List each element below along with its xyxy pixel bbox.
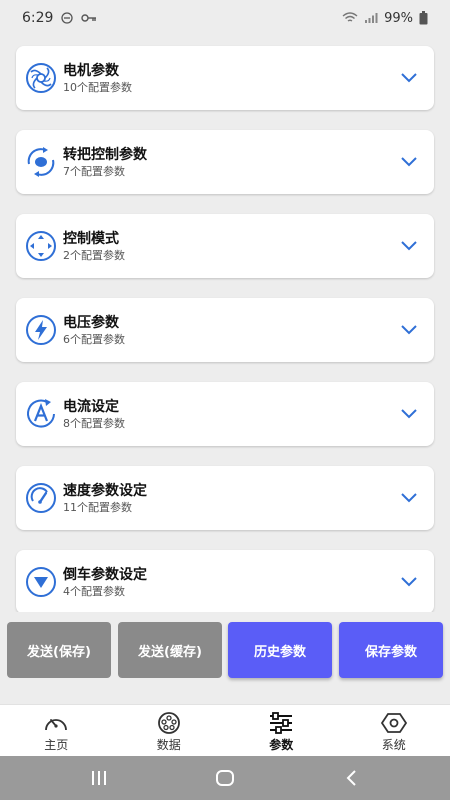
chevron-down-icon[interactable] [400,322,418,336]
chevron-down-icon[interactable] [400,490,418,504]
chevron-down-icon[interactable] [400,70,418,84]
status-bar: 6:29 99% [0,0,450,36]
bottom-nav: 主页 数据 参数 系统 [0,704,450,756]
fan-icon [25,62,57,94]
battery-percent: 99% [384,10,413,26]
param-card-subtitle: 10个配置参数 [63,81,132,94]
param-card-control-mode[interactable]: 控制模式 2个配置参数 [16,214,434,278]
nav-label: 系统 [381,738,406,752]
param-card-subtitle: 7个配置参数 [63,165,125,178]
nav-label: 参数 [269,738,294,752]
rotate-icon [25,146,57,178]
speedometer-icon [25,482,57,514]
send-save-button[interactable]: 发送(保存) [7,622,111,678]
save-params-button[interactable]: 保存参数 [339,622,443,678]
back-icon[interactable] [342,768,362,792]
battery-icon [419,11,428,25]
param-card-subtitle: 4个配置参数 [63,585,125,598]
nav-item-home[interactable]: 主页 [0,705,113,757]
param-card-title: 电机参数 [63,63,119,79]
gauge-icon [43,712,69,734]
wifi-icon [342,12,358,24]
send-cache-button[interactable]: 发送(缓存) [118,622,222,678]
dnd-icon [61,12,74,24]
param-card-subtitle: 2个配置参数 [63,249,125,262]
home-button-icon[interactable] [215,768,235,792]
history-params-button[interactable]: 历史参数 [228,622,332,678]
status-time: 6:29 [22,10,54,26]
param-card-motor[interactable]: 电机参数 10个配置参数 [16,46,434,110]
sliders-icon [268,712,294,734]
reverse-down-icon [25,566,57,598]
param-card-title: 倒车参数设定 [63,567,147,583]
param-card-voltage[interactable]: 电压参数 6个配置参数 [16,298,434,362]
connector-icon [156,712,182,734]
nav-label: 主页 [44,738,69,752]
nav-item-params[interactable]: 参数 [225,705,338,757]
param-list[interactable]: 电机参数 10个配置参数 转把控制参数 7个配置参数 控制模式 2个配置参数 电… [0,36,450,612]
param-card-subtitle: 8个配置参数 [63,417,125,430]
chevron-down-icon[interactable] [400,406,418,420]
ampere-icon [25,398,57,430]
chevron-down-icon[interactable] [400,154,418,168]
action-bar: 发送(保存) 发送(缓存) 历史参数 保存参数 [0,614,450,704]
lightning-icon [25,314,57,346]
param-card-title: 控制模式 [63,231,119,247]
hexagon-settings-icon [380,712,407,734]
param-card-title: 电流设定 [63,399,119,415]
chevron-down-icon[interactable] [400,238,418,252]
nav-item-data[interactable]: 数据 [113,705,226,757]
param-card-speed[interactable]: 速度参数设定 11个配置参数 [16,466,434,530]
param-card-title: 电压参数 [63,315,119,331]
param-card-reverse[interactable]: 倒车参数设定 4个配置参数 [16,550,434,612]
signal-icon [364,12,378,24]
direction-pad-icon [25,230,57,262]
system-nav-bar [0,756,450,800]
nav-item-system[interactable]: 系统 [338,705,450,757]
param-card-subtitle: 11个配置参数 [63,501,132,514]
param-card-title: 转把控制参数 [63,147,147,163]
param-card-subtitle: 6个配置参数 [63,333,125,346]
chevron-down-icon[interactable] [400,574,418,588]
param-card-current[interactable]: 电流设定 8个配置参数 [16,382,434,446]
key-icon [81,13,97,23]
nav-label: 数据 [156,738,181,752]
param-card-throttle[interactable]: 转把控制参数 7个配置参数 [16,130,434,194]
param-card-title: 速度参数设定 [63,483,147,499]
recent-apps-icon[interactable] [89,768,109,792]
